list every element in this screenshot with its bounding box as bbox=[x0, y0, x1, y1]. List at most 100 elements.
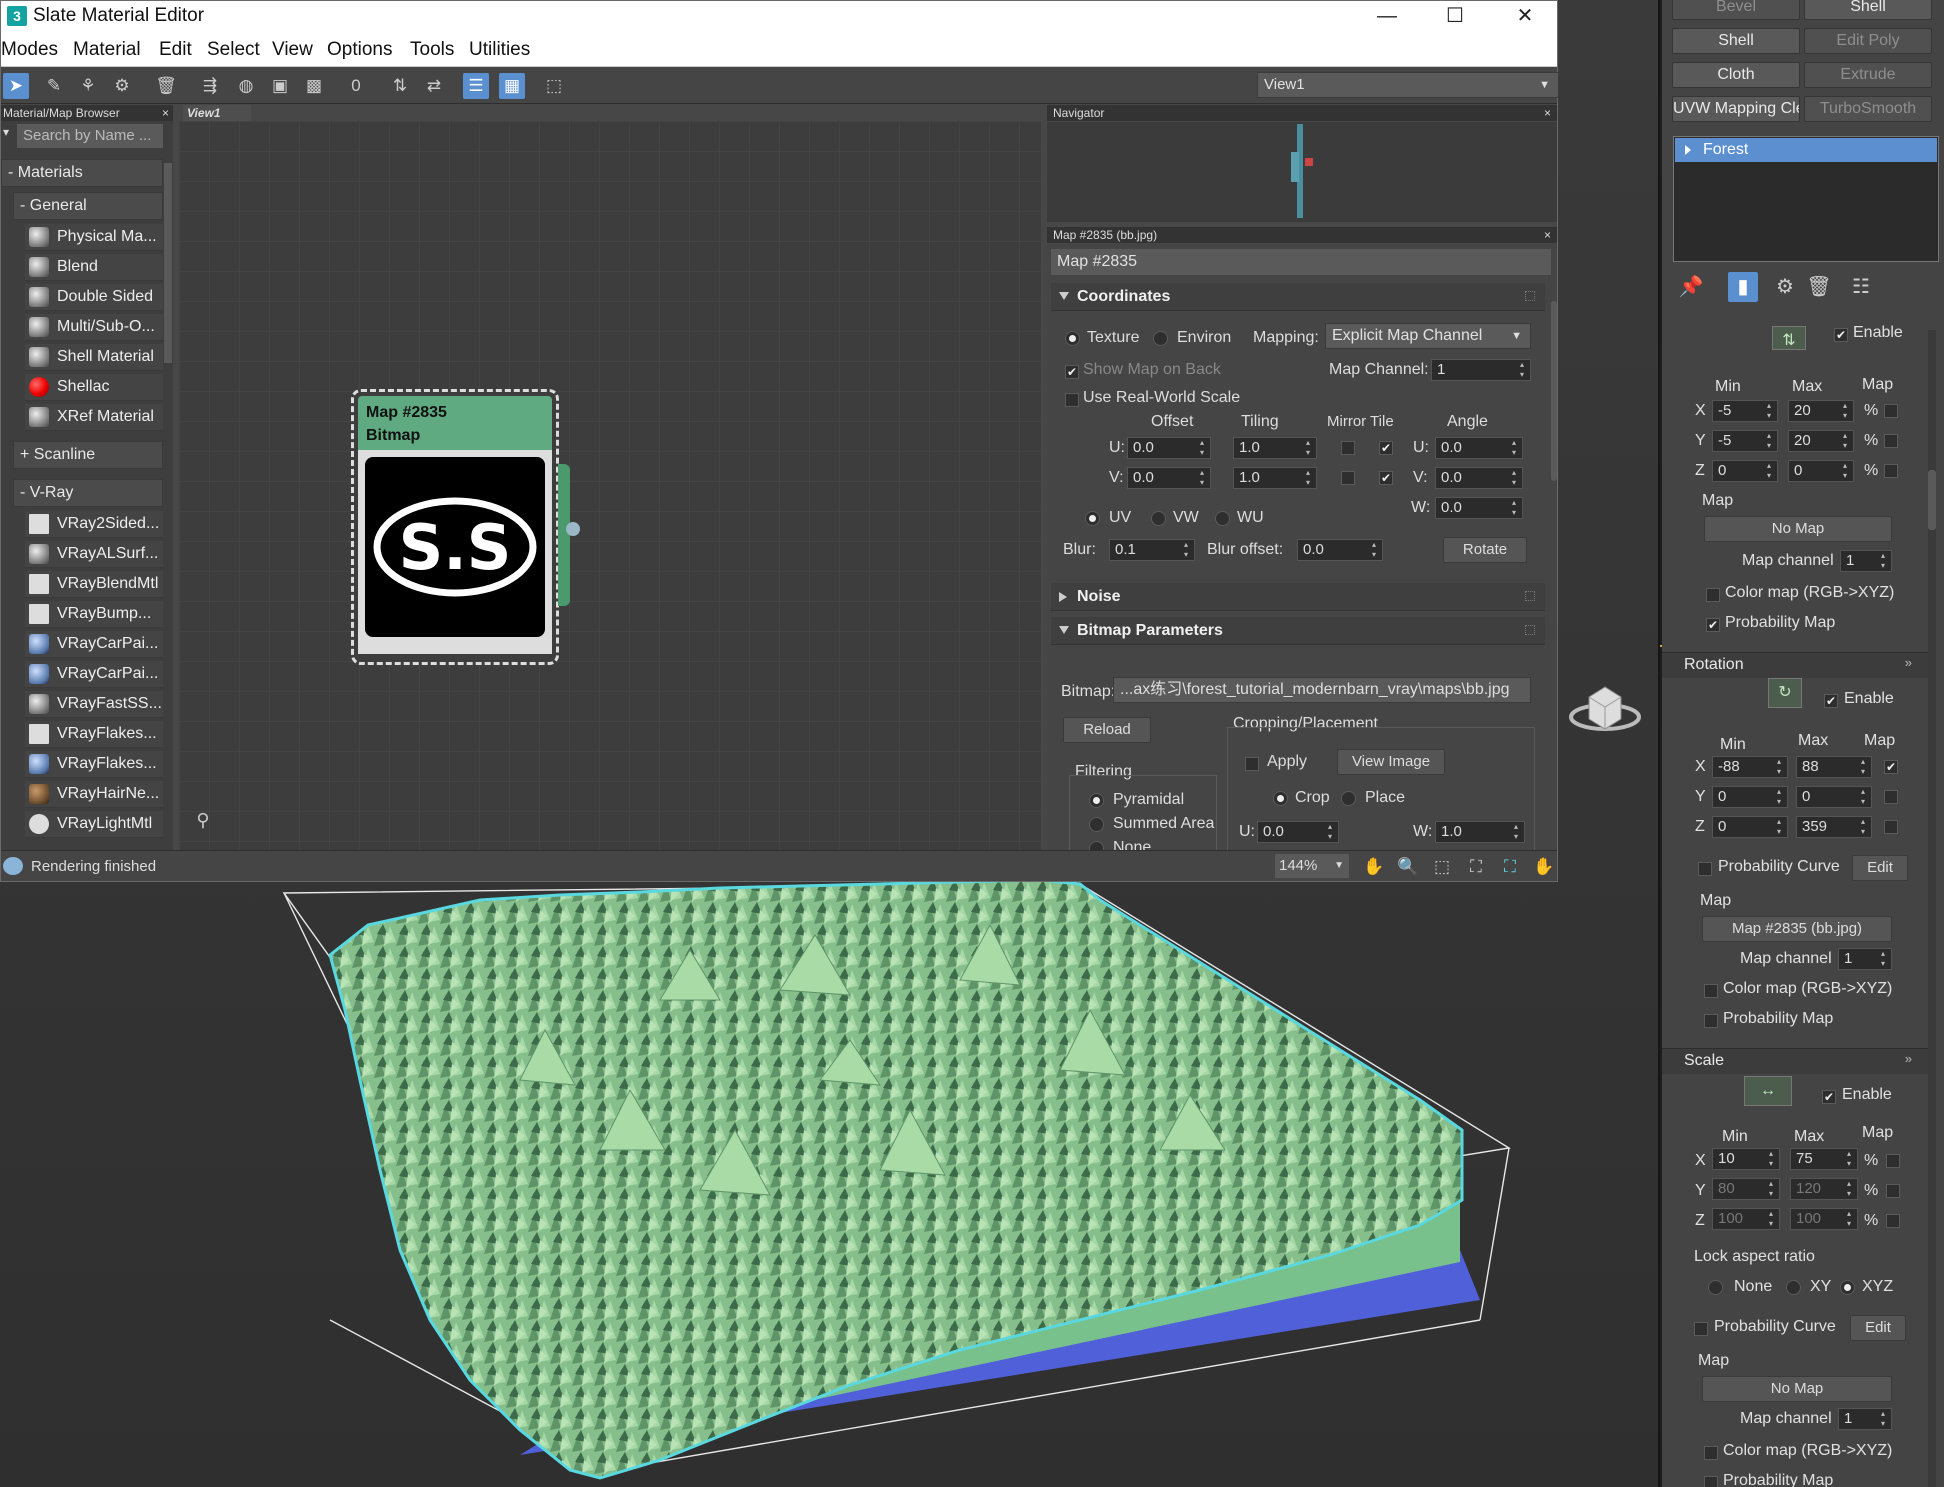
modifier-button-cloth[interactable]: Cloth bbox=[1672, 62, 1800, 88]
rotation-z-max-spinner[interactable]: 359 bbox=[1796, 816, 1872, 838]
probability-map-checkbox[interactable]: ✔ bbox=[1706, 618, 1720, 632]
browser-item-vrayfastsss[interactable]: VRayFastSS... bbox=[25, 691, 163, 718]
browser-item-double-sided[interactable]: Double Sided bbox=[25, 284, 163, 311]
menu-modes[interactable]: Modes bbox=[1, 39, 58, 61]
scale-z-map-checkbox[interactable] bbox=[1886, 1214, 1900, 1228]
parameter-editor-scrollbar[interactable] bbox=[1551, 301, 1557, 481]
bitmap-node[interactable]: Map #2835 Bitmap S.S bbox=[351, 389, 580, 665]
pan-mode-icon[interactable]: ✋ bbox=[1531, 855, 1557, 879]
crop-w-spinner[interactable]: 1.0 bbox=[1435, 821, 1525, 843]
x-map-checkbox[interactable] bbox=[1884, 404, 1898, 418]
navigator-view[interactable] bbox=[1047, 122, 1557, 222]
lock-none-radio[interactable] bbox=[1708, 1280, 1723, 1295]
rotation-z-min-spinner[interactable]: 0 bbox=[1712, 816, 1788, 838]
eyedropper-icon[interactable]: ✎ bbox=[41, 73, 67, 99]
rotation-enable-checkbox[interactable]: ✔ bbox=[1824, 694, 1838, 708]
hide-unused-icon[interactable]: ◍ bbox=[233, 73, 259, 99]
modifier-button-uvw-mapping-clear[interactable]: UVW Mapping Clea bbox=[1672, 96, 1800, 122]
pyramidal-radio[interactable] bbox=[1089, 793, 1104, 808]
u-mirror-checkbox[interactable] bbox=[1341, 441, 1355, 455]
rotation-z-map-checkbox[interactable] bbox=[1884, 820, 1898, 834]
show-map-in-viewport-icon[interactable]: ⇅ bbox=[387, 73, 413, 99]
wu-radio[interactable] bbox=[1215, 511, 1230, 526]
map-name-field[interactable]: Map #2835 bbox=[1051, 249, 1551, 275]
enable-checkbox[interactable]: ✔ bbox=[1834, 328, 1848, 342]
zoom-extents-selected-icon[interactable]: ⛶ bbox=[1497, 855, 1523, 879]
u-tiling-spinner[interactable]: 1.0 bbox=[1233, 437, 1317, 459]
node-output-port[interactable] bbox=[558, 464, 570, 606]
reload-button[interactable]: Reload bbox=[1063, 717, 1151, 743]
y-min-spinner[interactable]: -5 bbox=[1712, 430, 1778, 452]
lock-xy-radio[interactable] bbox=[1786, 1280, 1801, 1295]
put-to-scene-icon[interactable]: ⚙ bbox=[109, 73, 135, 99]
remove-modifier-icon[interactable]: 🗑 bbox=[1804, 272, 1834, 302]
node-view[interactable] bbox=[179, 121, 1041, 850]
scale-z-min-spinner[interactable]: 100 bbox=[1712, 1208, 1780, 1230]
browser-item-vraycarpaint-2[interactable]: VRayCarPai... bbox=[25, 661, 163, 688]
browser-item-shell-material[interactable]: Shell Material bbox=[25, 344, 163, 371]
show-end-result-icon[interactable]: ▮ bbox=[1728, 272, 1758, 302]
maximize-button[interactable]: ☐ bbox=[1435, 3, 1475, 29]
rotation-map-channel-spinner[interactable]: 1 bbox=[1838, 948, 1892, 970]
scale-z-max-spinner[interactable]: 100 bbox=[1790, 1208, 1858, 1230]
x-min-spinner[interactable]: -5 bbox=[1712, 400, 1778, 422]
rotation-edit-button[interactable]: Edit bbox=[1852, 855, 1908, 881]
browser-item-vrayalsurf[interactable]: VRayALSurf... bbox=[25, 541, 163, 568]
scale-y-max-spinner[interactable]: 120 bbox=[1790, 1178, 1858, 1200]
material-id-icon[interactable]: 0 bbox=[343, 73, 369, 99]
browser-item-vraycarpaint[interactable]: VRayCarPai... bbox=[25, 631, 163, 658]
menu-select[interactable]: Select bbox=[207, 39, 260, 61]
no-map-button[interactable]: No Map bbox=[1704, 516, 1892, 542]
zoom-magnifier-icon[interactable]: 🔍 bbox=[1395, 855, 1421, 879]
browser-item-vrayblendmtl[interactable]: VRayBlendMtl bbox=[25, 571, 163, 598]
rotate-button[interactable]: Rotate bbox=[1443, 537, 1527, 563]
close-button[interactable]: ✕ bbox=[1505, 3, 1545, 29]
menu-edit[interactable]: Edit bbox=[159, 39, 192, 61]
rotation-map-button[interactable]: Map #2835 (bb.jpg) bbox=[1702, 916, 1892, 942]
vray-group[interactable]: - V-Ray bbox=[13, 479, 163, 507]
map-channel-spinner[interactable]: 1 bbox=[1431, 359, 1531, 381]
scale-y-map-checkbox[interactable] bbox=[1886, 1184, 1900, 1198]
v-tiling-spinner[interactable]: 1.0 bbox=[1233, 467, 1317, 489]
search-input[interactable]: Search by Name ... bbox=[17, 124, 163, 148]
show-end-result-icon[interactable]: ⇄ bbox=[421, 73, 447, 99]
expand-arrow-icon[interactable] bbox=[1685, 145, 1691, 155]
pan-hand-icon[interactable]: ✋ bbox=[1361, 855, 1387, 879]
delete-icon[interactable]: 🗑 bbox=[153, 73, 179, 99]
none-radio[interactable] bbox=[1089, 841, 1104, 850]
panel-scrollbar[interactable] bbox=[1928, 330, 1936, 1487]
rotation-y-min-spinner[interactable]: 0 bbox=[1712, 786, 1788, 808]
scale-color-map-checkbox[interactable] bbox=[1704, 1446, 1718, 1460]
menu-view[interactable]: View bbox=[272, 39, 313, 61]
scale-x-min-spinner[interactable]: 10 bbox=[1712, 1148, 1780, 1170]
u-angle-spinner[interactable]: 0.0 bbox=[1435, 437, 1523, 459]
u-offset-spinner[interactable]: 0.0 bbox=[1127, 437, 1211, 459]
z-map-checkbox[interactable] bbox=[1884, 464, 1898, 478]
node-header[interactable]: Map #2835 Bitmap bbox=[358, 396, 552, 450]
scale-probability-map-checkbox[interactable] bbox=[1704, 1476, 1718, 1487]
navigator-toggle-icon[interactable]: ☰ bbox=[463, 73, 489, 99]
lock-xyz-radio[interactable] bbox=[1840, 1280, 1855, 1295]
rotation-color-map-checkbox[interactable] bbox=[1704, 984, 1718, 998]
apply-checkbox[interactable] bbox=[1245, 757, 1259, 771]
x-max-spinner[interactable]: 20 bbox=[1788, 400, 1854, 422]
show-map-on-back-checkbox[interactable]: ✔ bbox=[1065, 365, 1079, 379]
zoom-dropdown[interactable]: 144% ▼ bbox=[1275, 854, 1349, 878]
crop-radio[interactable] bbox=[1273, 791, 1288, 806]
modifier-button-edit-poly[interactable]: Edit Poly bbox=[1804, 28, 1932, 54]
move-children-icon[interactable]: ⇶ bbox=[197, 73, 223, 99]
blur-offset-spinner[interactable]: 0.0 bbox=[1297, 539, 1383, 561]
close-icon[interactable]: × bbox=[162, 105, 169, 121]
browser-item-vraybump[interactable]: VRayBump... bbox=[25, 601, 163, 628]
bitmap-parameters-rollout-header[interactable]: Bitmap Parameters bbox=[1051, 617, 1545, 645]
browser-item-xref-material[interactable]: XRef Material bbox=[25, 404, 163, 431]
title-bar[interactable]: 3 Slate Material Editor — ☐ ✕ bbox=[1, 1, 1557, 31]
vw-radio[interactable] bbox=[1151, 511, 1166, 526]
v-offset-spinner[interactable]: 0.0 bbox=[1127, 467, 1211, 489]
make-unique-icon[interactable]: ⚙ bbox=[1770, 272, 1800, 302]
noise-rollout-header[interactable]: Noise bbox=[1051, 583, 1545, 611]
scale-rollout-header[interactable]: Scale » bbox=[1662, 1048, 1928, 1074]
collapse-icon[interactable]: » bbox=[1905, 655, 1912, 670]
minimize-button[interactable]: — bbox=[1367, 3, 1407, 29]
environ-radio[interactable] bbox=[1153, 331, 1168, 346]
